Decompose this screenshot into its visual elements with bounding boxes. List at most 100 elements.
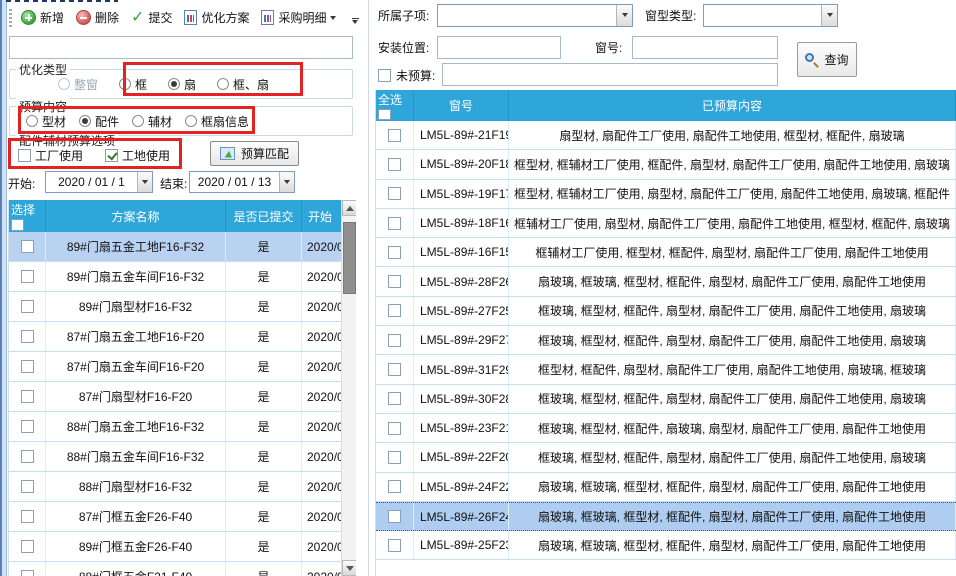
window-no-cell[interactable]: LM5L-89#-25F23 [414, 531, 509, 559]
window-table-row[interactable]: LM5L-89#-31F29 框型材, 框配件, 扇型材, 扇配件工厂使用, 扇… [376, 355, 956, 384]
toolbar-grip[interactable] [9, 9, 12, 27]
plan-start-cell[interactable]: 2020/0 [302, 292, 342, 321]
plan-start-cell[interactable]: 2020/0 [302, 562, 342, 576]
window-table-row[interactable]: LM5L-89#-26F24 扇玻璃, 框玻璃, 框型材, 框配件, 扇型材, … [376, 502, 956, 531]
row-checkbox[interactable] [388, 246, 401, 259]
plan-submitted-cell[interactable]: 是 [226, 532, 302, 561]
purchase-detail-button[interactable]: 采购明细 [258, 7, 339, 28]
plan-row-checkbox-cell[interactable] [9, 532, 46, 561]
row-checkbox[interactable] [21, 570, 34, 576]
row-checkbox[interactable] [21, 480, 34, 493]
row-checkbox[interactable] [21, 270, 34, 283]
plan-select-column-header[interactable]: 选择 [9, 200, 46, 232]
plan-start-cell[interactable]: 2020/0 [302, 322, 342, 351]
plan-name-cell[interactable]: 89#门扇型材F16-F32 [46, 292, 226, 321]
row-checkbox[interactable] [21, 300, 34, 313]
row-checkbox[interactable] [21, 330, 34, 343]
window-table-row[interactable]: LM5L-89#-27F25 框玻璃, 框型材, 框配件, 扇型材, 扇配件工厂… [376, 297, 956, 326]
radio-option-accessory[interactable]: 配件 [79, 113, 119, 130]
plan-table-row[interactable]: 88#门扇五金工地F16-F32 是 2020/0 [9, 412, 342, 442]
plan-name-cell[interactable]: 87#门扇五金车间F16-F20 [46, 352, 226, 381]
row-checkbox[interactable] [21, 510, 34, 523]
plan-row-checkbox-cell[interactable] [9, 382, 46, 411]
end-date-picker[interactable]: 2020 / 01 / 13 [189, 171, 295, 193]
plan-submitted-cell[interactable]: 是 [226, 352, 302, 381]
radio-option-frame[interactable]: 框 [119, 76, 147, 93]
window-table-row[interactable]: LM5L-89#-28F26 扇玻璃, 框玻璃, 框型材, 框配件, 扇型材, … [376, 267, 956, 296]
row-checkbox[interactable] [388, 334, 401, 347]
query-button[interactable]: 查询 [797, 42, 857, 77]
budget-content-cell[interactable]: 框玻璃, 框型材, 框配件, 扇型材, 扇配件工厂使用, 扇配件工地使用, 扇玻… [509, 326, 956, 354]
budget-content-cell[interactable]: 扇玻璃, 框玻璃, 框型材, 框配件, 扇型材, 扇配件工厂使用, 扇配件工地使… [509, 503, 956, 530]
plan-row-checkbox-cell[interactable] [9, 352, 46, 381]
radio-option-auxiliary[interactable]: 辅材 [132, 113, 172, 130]
plan-start-cell[interactable]: 2020/0 [302, 472, 342, 501]
window-row-checkbox-cell[interactable] [376, 385, 414, 413]
plan-start-cell[interactable]: 2020/0 [302, 442, 342, 471]
plan-row-checkbox-cell[interactable] [9, 472, 46, 501]
budget-content-cell[interactable]: 扇玻璃, 框玻璃, 框型材, 框配件, 扇型材, 扇配件工厂使用, 扇配件工地使… [509, 267, 956, 295]
plan-submitted-cell[interactable]: 是 [226, 472, 302, 501]
window-no-cell[interactable]: LM5L-89#-24F22 [414, 473, 509, 501]
radio-option-profile[interactable]: 型材 [26, 113, 66, 130]
plan-name-cell[interactable]: 89#门扇五金工地F16-F32 [46, 232, 226, 261]
plan-table-row[interactable]: 89#门框五金F26-F40 是 2020/0 [9, 532, 342, 562]
select-all-checkbox[interactable] [11, 219, 24, 231]
checkbox-factory-use[interactable]: 工厂使用 [18, 147, 83, 164]
plan-row-checkbox-cell[interactable] [9, 262, 46, 291]
plan-table-row[interactable]: 89#门扇五金工地F16-F32 是 2020/0 [9, 232, 342, 262]
scroll-up-button[interactable] [342, 200, 356, 216]
dropdown-arrow-button[interactable] [137, 172, 152, 192]
window-no-cell[interactable]: LM5L-89#-31F29 [414, 355, 509, 383]
window-table-row[interactable]: LM5L-89#-25F23 扇玻璃, 框玻璃, 框型材, 框配件, 扇型材, … [376, 531, 956, 560]
row-checkbox[interactable] [388, 451, 401, 464]
row-checkbox[interactable] [388, 510, 401, 523]
window-no-cell[interactable]: LM5L-89#-30F28 [414, 385, 509, 413]
window-no-cell[interactable]: LM5L-89#-27F25 [414, 297, 509, 325]
plan-submitted-cell[interactable]: 是 [226, 442, 302, 471]
radio-option-whole-window[interactable]: 整窗 [58, 76, 98, 93]
row-checkbox[interactable] [388, 539, 401, 552]
row-checkbox[interactable] [388, 392, 401, 405]
plan-row-checkbox-cell[interactable] [9, 292, 46, 321]
row-checkbox[interactable] [21, 390, 34, 403]
plan-table-row[interactable]: 88#门扇型材F16-F32 是 2020/0 [9, 472, 342, 502]
row-checkbox[interactable] [388, 129, 401, 142]
budget-content-column-header[interactable]: 已预算内容 [509, 90, 956, 121]
budget-content-cell[interactable]: 框型材, 框辅材工厂使用, 扇型材, 扇配件工厂使用, 扇配件工地使用, 扇玻璃… [509, 180, 956, 208]
row-checkbox[interactable] [21, 450, 34, 463]
scrollbar-thumb[interactable] [343, 222, 356, 294]
window-no-cell[interactable]: LM5L-89#-16F15 [414, 238, 509, 266]
row-checkbox[interactable] [388, 158, 401, 171]
plan-filter-input[interactable] [9, 36, 353, 59]
plan-name-cell[interactable]: 87#门扇型材F16-F20 [46, 382, 226, 411]
plan-name-column-header[interactable]: 方案名称 [46, 200, 226, 232]
budget-content-cell[interactable]: 框型材, 框辅材工厂使用, 框配件, 扇型材, 扇配件工厂使用, 扇配件工地使用… [509, 150, 956, 178]
window-table-row[interactable]: LM5L-89#-23F21 框玻璃, 框型材, 框配件, 扇玻璃, 扇型材, … [376, 414, 956, 443]
no-budget-checkbox[interactable] [378, 69, 391, 82]
plan-start-cell[interactable]: 2020/0 [302, 532, 342, 561]
budget-content-cell[interactable]: 框玻璃, 框型材, 框配件, 扇型材, 扇配件工厂使用, 扇配件工地使用, 扇玻… [509, 443, 956, 471]
no-budget-input[interactable] [442, 63, 778, 86]
submit-button[interactable]: ✓ 提交 [128, 7, 175, 28]
plan-submitted-cell[interactable]: 是 [226, 412, 302, 441]
plan-row-checkbox-cell[interactable] [9, 442, 46, 471]
row-checkbox[interactable] [388, 187, 401, 200]
plan-start-cell[interactable]: 2020/0 [302, 232, 342, 261]
plan-name-cell[interactable]: 87#门框五金F26-F40 [46, 502, 226, 531]
left-edge-strip[interactable] [0, 0, 7, 576]
radio-option-frame-sash[interactable]: 框、扇 [217, 76, 269, 93]
plan-table-row[interactable]: 87#门框五金F26-F40 是 2020/0 [9, 502, 342, 532]
window-no-cell[interactable]: LM5L-89#-21F19 [414, 121, 509, 149]
budget-content-cell[interactable]: 框辅材工厂使用, 框型材, 框配件, 扇型材, 扇配件工厂使用, 扇配件工地使用 [509, 238, 956, 266]
window-no-input[interactable] [632, 36, 778, 59]
window-no-cell[interactable]: LM5L-89#-28F26 [414, 267, 509, 295]
window-row-checkbox-cell[interactable] [376, 121, 414, 149]
plan-start-cell[interactable]: 2020/0 [302, 352, 342, 381]
window-row-checkbox-cell[interactable] [376, 150, 414, 178]
plan-name-cell[interactable]: 88#门框五金F21-F40 [46, 562, 226, 576]
budget-match-button[interactable]: 预算匹配 [210, 141, 299, 166]
window-table-row[interactable]: LM5L-89#-21F19 扇型材, 扇配件工厂使用, 扇配件工地使用, 框型… [376, 121, 956, 150]
plan-table-row[interactable]: 87#门扇五金工地F16-F20 是 2020/0 [9, 322, 342, 352]
budget-content-cell[interactable]: 框辅材工厂使用, 扇型材, 扇配件工厂使用, 扇配件工地使用, 框型材, 框配件… [509, 209, 956, 237]
